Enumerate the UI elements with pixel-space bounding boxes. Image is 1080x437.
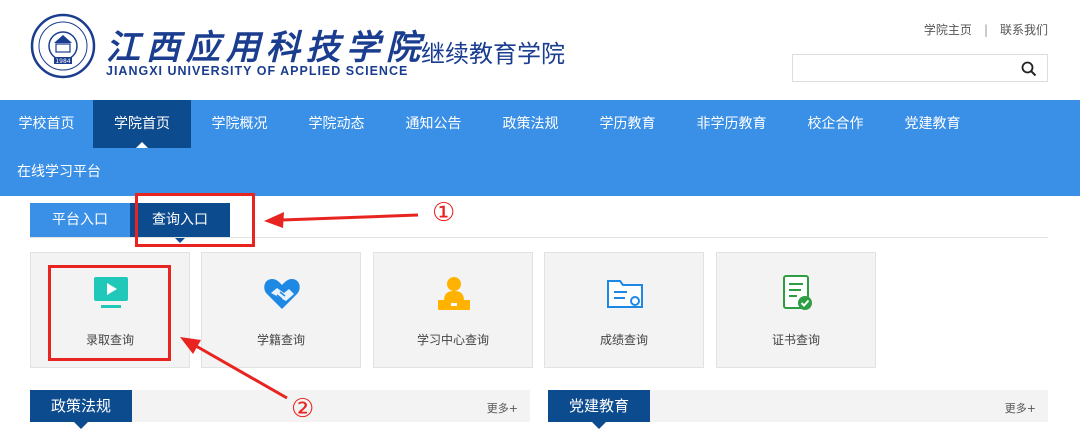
section-title: 政策法规 (30, 390, 133, 429)
seal-year: 1984 (55, 58, 70, 65)
search-icon[interactable] (1021, 61, 1037, 77)
arrow-1 (264, 212, 419, 228)
more-link[interactable]: 更多+ (1005, 400, 1036, 416)
search-input[interactable] (792, 54, 1048, 82)
nav-item-college-news[interactable]: 学院动态 (288, 100, 385, 148)
university-name-cn: 江西应用科技学院 (106, 28, 426, 68)
annotation-marker-1: ① (432, 198, 456, 228)
annotation-marker-2: ② (291, 394, 315, 424)
link-divider: | (983, 23, 988, 37)
card-label: 成绩查询 (599, 333, 648, 347)
section-policies: 政策法规 更多+ (30, 390, 530, 429)
folder-settings-icon (607, 280, 643, 308)
card-certificate-query[interactable]: 证书查询 (716, 252, 876, 368)
university-name-en: JIANGXI UNIVERSITY OF APPLIED SCIENCE (106, 64, 409, 78)
card-label: 证书查询 (771, 333, 820, 347)
college-name: 继续教育学院 (421, 40, 565, 68)
card-learning-center-query[interactable]: 学习中心查询 (373, 252, 533, 368)
certificate-check-icon (783, 275, 812, 310)
person-desk-icon (438, 277, 470, 310)
card-student-status-query[interactable]: 学籍查询 (201, 252, 361, 368)
main-nav: 学校首页 学院首页 学院概况 学院动态 通知公告 政策法规 学历教育 非学历教育… (0, 100, 1080, 196)
nav-item-notices[interactable]: 通知公告 (385, 100, 482, 148)
site-header: 1984 江西应用科技学院 JIANGXI UNIVERSITY OF APPL… (0, 0, 1080, 100)
nav-item-degree-education[interactable]: 学历教育 (579, 100, 676, 148)
nav-item-school-enterprise[interactable]: 校企合作 (787, 100, 884, 148)
card-score-query[interactable]: 成绩查询 (544, 252, 704, 368)
highlight-box-query-tab (135, 193, 255, 247)
top-links: 学院主页 | 联系我们 (924, 21, 1048, 38)
more-link[interactable]: 更多+ (487, 400, 518, 416)
section-title: 党建教育 (548, 390, 651, 429)
nav-item-college-home[interactable]: 学院首页 (93, 100, 191, 148)
nav-item-policies[interactable]: 政策法规 (482, 100, 579, 148)
nav-item-college-overview[interactable]: 学院概况 (191, 100, 288, 148)
card-label: 学习中心查询 (416, 333, 489, 347)
nav-row-1: 学校首页 学院首页 学院概况 学院动态 通知公告 政策法规 学历教育 非学历教育… (0, 100, 981, 148)
nav-item-party-education[interactable]: 党建教育 (884, 100, 981, 148)
tab-platform-entry[interactable]: 平台入口 (30, 203, 130, 237)
college-home-link[interactable]: 学院主页 (924, 23, 972, 37)
heart-handshake-icon (264, 279, 300, 309)
nav-item-school-home[interactable]: 学校首页 (0, 100, 93, 148)
nav-row-2: 在线学习平台 (0, 148, 118, 196)
nav-item-online-learning[interactable]: 在线学习平台 (0, 148, 118, 196)
university-seal-logo[interactable]: 1984 (30, 13, 96, 79)
card-label: 学籍查询 (256, 333, 305, 347)
section-party-education: 党建教育 更多+ (548, 390, 1048, 429)
nav-item-non-degree-education[interactable]: 非学历教育 (676, 100, 787, 148)
highlight-box-admission-card (48, 265, 171, 361)
contact-us-link[interactable]: 联系我们 (1000, 23, 1048, 37)
